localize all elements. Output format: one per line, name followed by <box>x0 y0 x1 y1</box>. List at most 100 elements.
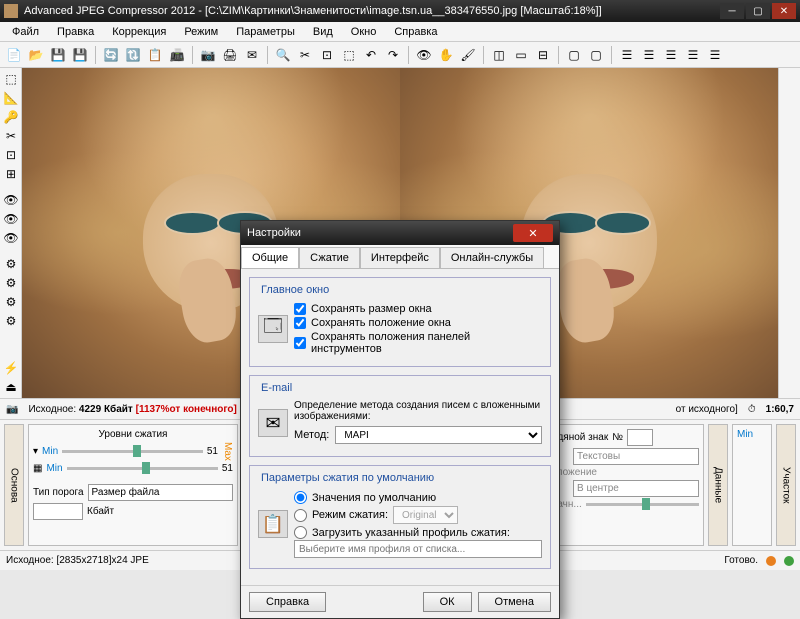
brush-icon[interactable]: 🖌 <box>458 45 478 65</box>
menu-file[interactable]: Файл <box>4 24 47 40</box>
save-toolbars-checkbox[interactable]: Сохранять положения панелей инструментов <box>294 330 542 356</box>
tool-exit-icon[interactable]: ⏏ <box>2 378 20 396</box>
wm-position-combo[interactable]: В центре <box>573 480 699 497</box>
tab-general[interactable]: Общие <box>241 247 299 268</box>
wm-type-combo[interactable]: Текстовы <box>573 448 699 465</box>
compression-title: Уровни сжатия <box>33 429 233 440</box>
crop-icon[interactable]: ✂ <box>295 45 315 65</box>
main-window-fieldset: Главное окно 🗔 Сохранять размер окна Сох… <box>249 277 551 367</box>
tab-online[interactable]: Онлайн-службы <box>440 247 544 268</box>
single-icon[interactable]: ▭ <box>511 45 531 65</box>
dialog-close-button[interactable]: ✕ <box>513 224 553 242</box>
dialog-titlebar[interactable]: Настройки ✕ <box>241 221 559 245</box>
panel3-icon[interactable]: ☰ <box>661 45 681 65</box>
source-dims: Исходное: [2835x2718]x24 JPE <box>6 555 149 566</box>
resize-icon[interactable]: ⬚ <box>339 45 359 65</box>
tool-eye-icon[interactable]: 👁 <box>2 191 20 209</box>
app-icon <box>4 4 18 18</box>
rotate-icon[interactable]: 🔄 <box>101 45 121 65</box>
panel1-icon[interactable]: ☰ <box>617 45 637 65</box>
load-profile-radio[interactable]: Загрузить указанный профиль сжатия: <box>294 525 542 540</box>
cancel-button[interactable]: Отмена <box>478 592 551 612</box>
min-label-2: Min <box>46 463 62 474</box>
redeye-icon[interactable]: 👁 <box>414 45 434 65</box>
tool-select-icon[interactable]: ⬚ <box>2 70 20 88</box>
save-icon[interactable]: 💾 <box>70 45 90 65</box>
tool-key-icon[interactable]: 🔑 <box>2 108 20 126</box>
wm-number-combo[interactable] <box>627 429 653 446</box>
rotate-r-icon[interactable]: ↷ <box>383 45 403 65</box>
ok-button[interactable]: ОК <box>423 592 472 612</box>
save-position-checkbox[interactable]: Сохранять положение окна <box>294 316 542 330</box>
tool-crop2-icon[interactable]: ⊡ <box>2 146 20 164</box>
grid-icon[interactable]: ▦ <box>33 463 42 474</box>
default-values-radio[interactable]: Значения по умолчанию <box>294 490 542 505</box>
tab-compression[interactable]: Сжатие <box>299 247 360 268</box>
threshold-label: Тип порога <box>33 487 84 498</box>
threshold-value-input[interactable] <box>33 503 83 520</box>
minimize-button[interactable]: ─ <box>720 3 744 19</box>
refresh-icon[interactable]: 🔃 <box>123 45 143 65</box>
compression-legend: Параметры сжатия по умолчанию <box>258 472 437 484</box>
zoom-in-icon[interactable]: 🔍 <box>273 45 293 65</box>
print-icon[interactable]: 🖨 <box>220 45 240 65</box>
open-icon[interactable]: 📂 <box>26 45 46 65</box>
email-method-select[interactable]: MAPI <box>335 426 542 444</box>
splitv-icon[interactable]: ⊟ <box>533 45 553 65</box>
right-scrollbar[interactable] <box>778 68 800 398</box>
chroma-slider[interactable] <box>67 467 218 470</box>
tab-interface[interactable]: Интерфейс <box>360 247 440 268</box>
save-icon[interactable]: 💾 <box>48 45 68 65</box>
menu-params[interactable]: Параметры <box>228 24 303 40</box>
maximize-button[interactable]: ▢ <box>746 3 770 19</box>
scan-icon[interactable]: 📠 <box>167 45 187 65</box>
tool-eye2-icon[interactable]: 👁 <box>2 210 20 228</box>
mail-icon[interactable]: ✉ <box>242 45 262 65</box>
tool-f3-icon[interactable]: ⚙ <box>2 293 20 311</box>
panel2-icon[interactable]: ☰ <box>639 45 659 65</box>
menu-mode[interactable]: Режим <box>176 24 226 40</box>
email-desc: Определение метода создания писем с влож… <box>294 400 542 422</box>
menu-view[interactable]: Вид <box>305 24 341 40</box>
vtab-area-2[interactable]: Участок <box>776 424 796 546</box>
close-button[interactable]: ✕ <box>772 3 796 19</box>
opacity-slider[interactable] <box>586 503 699 506</box>
help-button[interactable]: Справка <box>249 592 326 612</box>
tool-f2-icon[interactable]: ⚙ <box>2 274 20 292</box>
profile-name-input[interactable] <box>294 540 542 558</box>
arrow-down-icon[interactable]: ▾ <box>33 446 38 457</box>
menu-window[interactable]: Окно <box>343 24 385 40</box>
compression-mode-radio[interactable]: Режим сжатия: Original <box>294 505 542 525</box>
menu-help[interactable]: Справка <box>386 24 445 40</box>
menu-edit[interactable]: Правка <box>49 24 102 40</box>
tool-bolt-icon[interactable]: ⚡ <box>2 359 20 377</box>
crop2-icon[interactable]: ⊡ <box>317 45 337 65</box>
split-icon[interactable]: ◫ <box>489 45 509 65</box>
view2-icon[interactable]: ▢ <box>586 45 606 65</box>
compression-mode-select[interactable]: Original <box>393 506 458 524</box>
panel4-icon[interactable]: ☰ <box>683 45 703 65</box>
new-icon[interactable]: 📄 <box>4 45 24 65</box>
view1-icon[interactable]: ▢ <box>564 45 584 65</box>
threshold-type-combo[interactable]: Размер файла <box>88 484 233 501</box>
screenshot-icon[interactable]: 📷 <box>198 45 218 65</box>
tool-f1-icon[interactable]: ⚙ <box>2 255 20 273</box>
titlebar: Advanced JPEG Compressor 2012 - [C:\ZIM\… <box>0 0 800 22</box>
luma-slider[interactable] <box>62 450 203 453</box>
vtab-data[interactable]: Данные <box>708 424 728 546</box>
source-size: 4229 Кбайт <box>79 404 133 415</box>
tool-crop-icon[interactable]: ✂ <box>2 127 20 145</box>
hand-icon[interactable]: ✋ <box>436 45 456 65</box>
panel5-icon[interactable]: ☰ <box>705 45 725 65</box>
vtab-base[interactable]: Основа <box>4 424 24 546</box>
tool-resize-icon[interactable]: 📐 <box>2 89 20 107</box>
doc-icon[interactable]: 📋 <box>145 45 165 65</box>
save-size-checkbox[interactable]: Сохранять размер окна <box>294 302 542 316</box>
menu-correction[interactable]: Коррекция <box>104 24 174 40</box>
ready-label: Готово. <box>724 555 758 566</box>
tool-eye3-icon[interactable]: 👁 <box>2 229 20 247</box>
compression-panel: Уровни сжатия ▾ Min 51 Max ▦ Min 51 Тип … <box>28 424 238 546</box>
tool-crop3-icon[interactable]: ⊞ <box>2 165 20 183</box>
rotate-l-icon[interactable]: ↶ <box>361 45 381 65</box>
tool-f4-icon[interactable]: ⚙ <box>2 312 20 330</box>
